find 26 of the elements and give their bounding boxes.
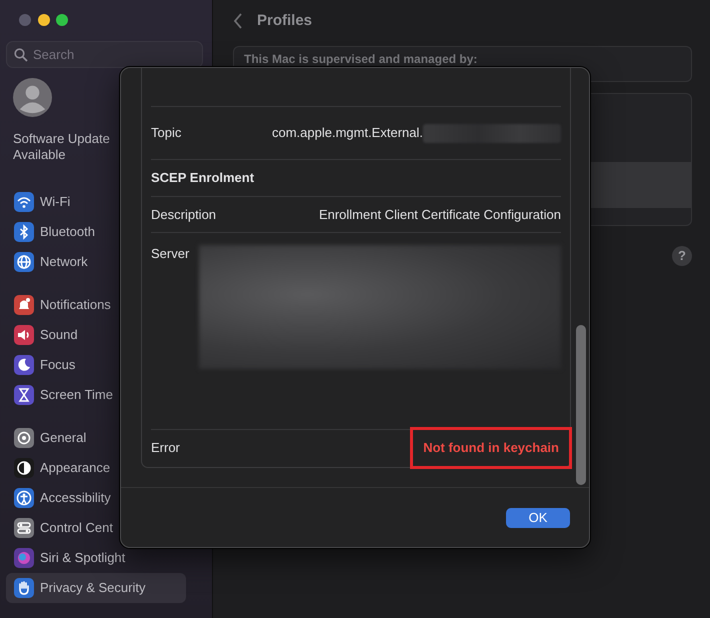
back-icon[interactable] <box>233 13 243 29</box>
sidebar-item[interactable]: Control Cent <box>6 513 206 543</box>
help-button[interactable]: ? <box>672 246 692 266</box>
ok-button[interactable]: OK <box>506 508 570 528</box>
minimize-button[interactable] <box>38 14 50 26</box>
sidebar-item[interactable]: Focus <box>6 350 206 380</box>
sidebar-item[interactable]: Notifications <box>6 290 206 320</box>
search-field[interactable]: Search <box>6 41 203 68</box>
scroll-thumb[interactable] <box>576 325 586 485</box>
notice-text: This Mac is supervised and managed by: <box>244 52 478 66</box>
page-title: Profiles <box>257 12 312 30</box>
sidebar-item[interactable]: Accessibility <box>6 483 206 513</box>
field-label: Server <box>151 245 190 263</box>
field-value: Not found in keychain <box>423 440 559 456</box>
sidebar-item[interactable]: Screen Time <box>6 380 206 410</box>
zoom-button[interactable] <box>56 14 68 26</box>
close-button[interactable] <box>19 14 31 26</box>
sidebar-item[interactable]: Siri & Spotlight <box>6 543 206 573</box>
sidebar-item[interactable]: Sound <box>6 320 206 350</box>
field-label: Description <box>151 206 216 224</box>
sidebar-item[interactable]: Privacy & Security <box>6 573 186 603</box>
avatar-icon[interactable] <box>13 78 52 117</box>
section-heading: SCEP Enrolment <box>151 169 254 188</box>
field-value: com.apple.mgmt.External. <box>272 124 423 142</box>
field-value: Enrollment Client Certificate Configuration <box>318 206 561 224</box>
field-label: Topic <box>151 124 182 142</box>
